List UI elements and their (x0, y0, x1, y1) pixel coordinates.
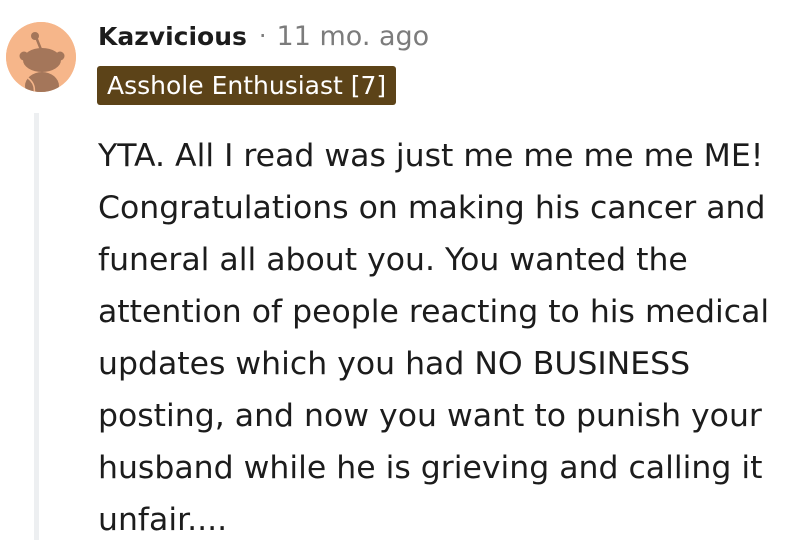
author-username[interactable]: Kazvicious (98, 22, 247, 51)
snoo-avatar-icon (6, 22, 76, 92)
comment: Kazvicious · 11 mo. ago Asshole Enthusia… (0, 0, 811, 540)
comment-body: YTA. All I read was just me me me me ME!… (98, 138, 770, 538)
thread-collapse-line[interactable] (34, 113, 39, 540)
comment-timestamp[interactable]: 11 mo. ago (277, 21, 430, 52)
comment-header: Kazvicious · 11 mo. ago (98, 16, 429, 56)
user-avatar[interactable] (6, 22, 76, 92)
user-flair: Asshole Enthusiast [7] (97, 66, 397, 105)
meta-separator: · (258, 22, 267, 50)
